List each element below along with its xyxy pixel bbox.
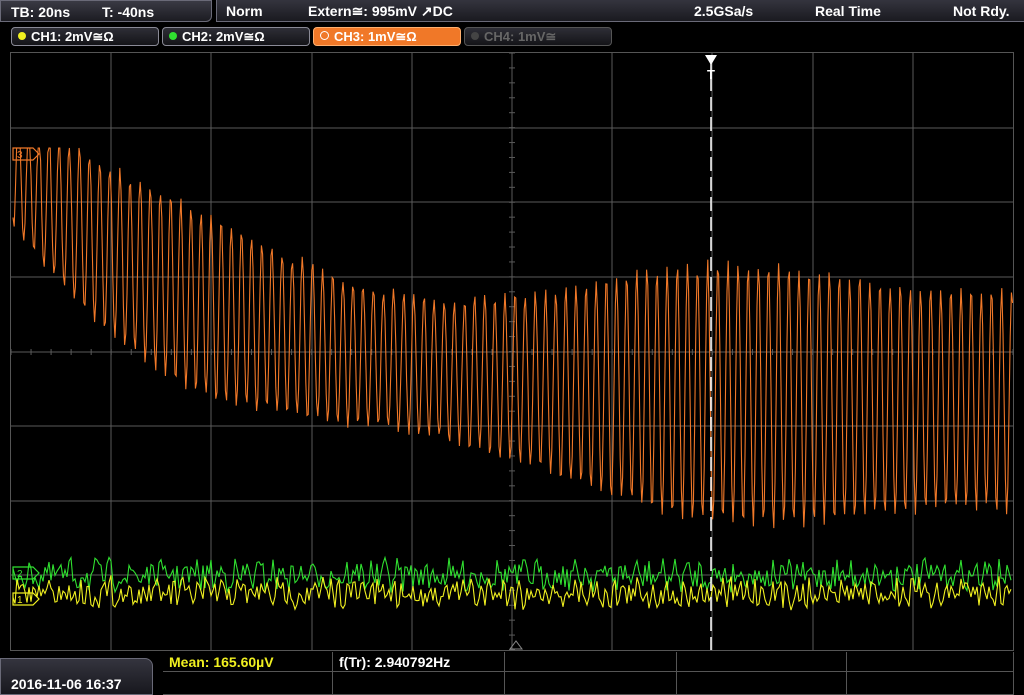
ch2-marker-label: 2 [17,569,23,580]
trigger-source[interactable]: Extern≅: 995mV ↗DC [308,3,453,20]
ch4-label: CH4: 1mV≅ [484,29,557,44]
datetime-panel: 2016-11-06 16:37 [0,658,153,695]
measurement-cell-empty-8[interactable] [847,672,1014,695]
ch3-label: CH3: 1mV≅Ω [334,29,417,44]
ch3-offset-marker[interactable]: 3 [12,147,40,161]
measurement-cell-empty-5[interactable] [333,672,505,695]
trigger-marker-label: T [707,67,715,82]
status-bar: Norm Extern≅: 995mV ↗DC 2.5GSa/s Real Ti… [216,0,1024,22]
measurement-cell-freq[interactable]: f(Tr): 2.940792Hz [333,652,505,672]
waveform-display[interactable]: T 3 2 1 [10,52,1014,651]
acquisition-state: Not Rdy. [953,3,1010,19]
channel-tab-ch3[interactable]: CH3: 1mV≅Ω [313,27,461,46]
waveform-plot: T 3 2 1 [11,53,1013,650]
channel-tabs: CH1: 2mV≅Ω CH2: 2mV≅Ω CH3: 1mV≅Ω CH4: 1m… [0,26,1024,48]
sample-rate: 2.5GSa/s [694,3,754,19]
measurement-panel: Mean: 165.60µV f(Tr): 2.940792Hz [163,652,1014,695]
trigger-position-icon[interactable] [705,55,717,65]
timebase-label: TB: 20ns [11,4,71,20]
mean-measurement: Mean: 165.60µV [169,654,274,670]
measurement-cell-empty-1[interactable] [505,652,677,672]
measurement-cell-mean[interactable]: Mean: 165.60µV [163,652,333,672]
measurement-cell-empty-4[interactable] [163,672,333,695]
measurement-cell-empty-6[interactable] [505,672,677,695]
channel-tab-ch1[interactable]: CH1: 2mV≅Ω [11,27,159,46]
channel-tab-ch4[interactable]: CH4: 1mV≅ [464,27,612,46]
ch1-dot-icon [18,32,26,40]
top-bar: TB: 20ns T: -40ns Norm Extern≅: 995mV ↗D… [0,0,1024,24]
datetime-label: 2016-11-06 16:37 [11,676,122,692]
ch3-marker-label: 3 [17,150,23,161]
measurement-cell-empty-2[interactable] [677,652,847,672]
ch2-label: CH2: 2mV≅Ω [182,29,265,44]
channel-tab-ch2[interactable]: CH2: 2mV≅Ω [162,27,310,46]
timebase-panel[interactable]: TB: 20ns T: -40ns [0,0,212,22]
ch2-dot-icon [169,32,177,40]
measurement-cell-empty-3[interactable] [847,652,1014,672]
measurement-cell-empty-7[interactable] [677,672,847,695]
ch1-marker-label: 1 [17,595,23,606]
trigger-mode[interactable]: Norm [226,3,263,19]
ch4-dot-icon [471,32,479,40]
ch3-dot-icon [320,31,329,40]
bottom-bar: 2016-11-06 16:37 Mean: 165.60µV f(Tr): 2… [0,652,1024,695]
ch1-label: CH1: 2mV≅Ω [31,29,114,44]
acquisition-mode: Real Time [815,3,881,19]
frequency-measurement: f(Tr): 2.940792Hz [339,654,451,670]
trigger-time-label: T: -40ns [102,4,155,20]
